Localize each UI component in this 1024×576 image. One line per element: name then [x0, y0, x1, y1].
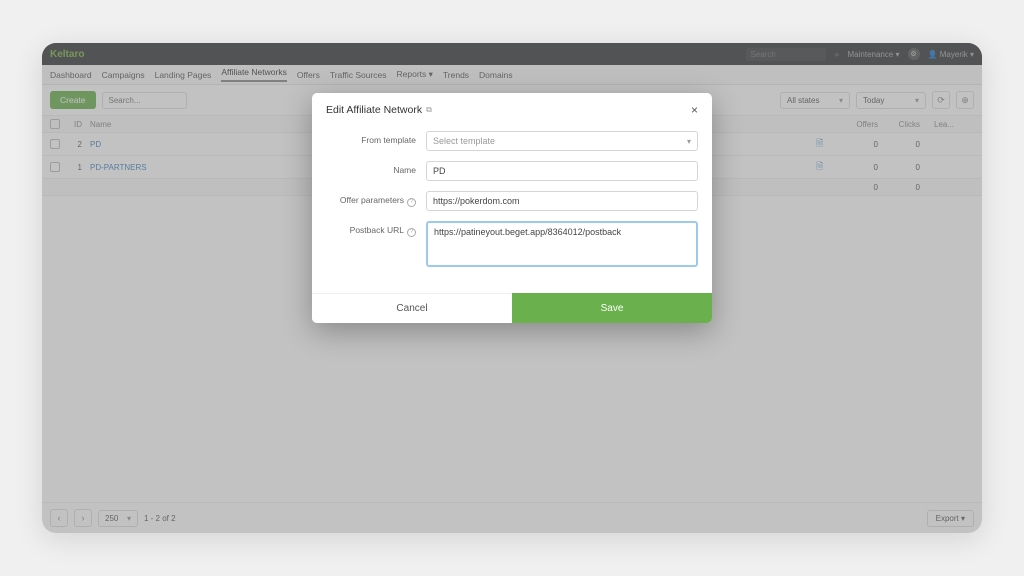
close-icon[interactable]: × [691, 103, 698, 117]
offer-params-label: Offer parameters? [326, 191, 426, 207]
modal-title: Edit Affiliate Network [326, 104, 422, 116]
copy-icon[interactable]: ⧉ [426, 105, 432, 115]
postback-label: Postback URL? [326, 221, 426, 237]
save-button[interactable]: Save [512, 293, 712, 323]
chevron-down-icon: ▾ [687, 137, 691, 146]
info-icon[interactable]: ? [407, 198, 416, 207]
name-input[interactable] [426, 161, 698, 181]
template-placeholder: Select template [433, 136, 495, 146]
cancel-button[interactable]: Cancel [312, 293, 512, 323]
name-label: Name [326, 161, 426, 175]
edit-affiliate-modal: Edit Affiliate Network ⧉ × From template… [312, 93, 712, 323]
template-label: From template [326, 131, 426, 145]
info-icon[interactable]: ? [407, 228, 416, 237]
modal-overlay: Edit Affiliate Network ⧉ × From template… [42, 43, 982, 533]
offer-params-input[interactable] [426, 191, 698, 211]
postback-textarea[interactable] [426, 221, 698, 267]
template-select[interactable]: Select template ▾ [426, 131, 698, 151]
